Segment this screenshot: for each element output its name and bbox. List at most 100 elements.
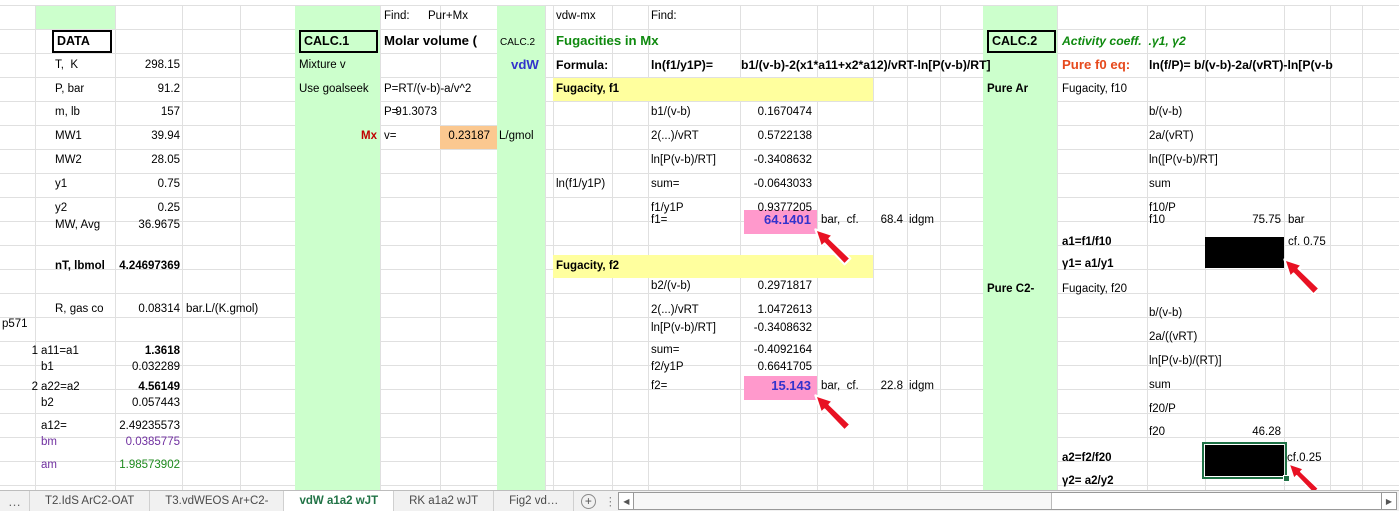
scroll-left-button[interactable]: ◀ — [618, 492, 635, 510]
cell-fugacity-f2-band[interactable]: Fugacity, f2 — [556, 259, 619, 274]
cell-formula-lhs[interactable]: ln(f1/y1P)= — [651, 58, 713, 73]
scroll-right-button[interactable]: ▶ — [1381, 492, 1397, 510]
cell-f2-sum-label[interactable]: sum= — [651, 343, 679, 358]
cell-value-a22[interactable]: 4.56149 — [104, 380, 180, 395]
cell-value-b2[interactable]: 0.057443 — [104, 396, 180, 411]
tab-vdw-a1a2-wjt[interactable]: vdW a1a2 wJT — [284, 491, 395, 511]
cell-f2-r5-label[interactable]: f2/y1P — [651, 360, 684, 375]
cell-f2-r1-label[interactable]: b2/(v-b) — [651, 279, 691, 294]
cell-value-y1[interactable]: 0.75 — [104, 177, 180, 192]
cell-label-a22[interactable]: a22=a2 — [41, 380, 80, 395]
cell-f1-sum-value[interactable]: -0.0643033 — [742, 177, 812, 192]
tab-rk-a1a2-wjt[interactable]: RK a1a2 wJT — [394, 491, 495, 511]
cell-f10-l2[interactable]: 2a/(vRT) — [1149, 129, 1194, 144]
cell-f1-r3-value[interactable]: -0.3408632 — [742, 153, 812, 168]
cell-f2-r3-value[interactable]: -0.3408632 — [742, 321, 812, 336]
cell-f10-result-unit[interactable]: bar — [1288, 213, 1305, 228]
cell-f10-l1[interactable]: b/(v-b) — [1149, 105, 1182, 120]
cell-find-label[interactable]: Find: — [384, 9, 410, 24]
tab-t2-ids-arc2-oat[interactable]: T2.IdS ArC2-OAT — [30, 491, 151, 511]
cell-value-mwavg[interactable]: 36.9675 — [104, 218, 180, 233]
cell-f2-sum-value[interactable]: -0.4092164 — [742, 343, 812, 358]
tab-t3-vdweos-ar-c2[interactable]: T3.vdWEOS Ar+C2- — [150, 491, 285, 511]
data-header[interactable]: DATA — [52, 30, 112, 53]
activity-title[interactable]: Activity coeff. .γ1, γ2 — [1062, 34, 1186, 49]
cell-label-y2[interactable]: y2 — [55, 201, 67, 216]
cell-f1-sum-label[interactable]: sum= — [651, 177, 679, 192]
cell-value-am[interactable]: 1.98573902 — [104, 458, 180, 473]
cell-f1-r3-label[interactable]: ln[P(v-b)/RT] — [651, 153, 716, 168]
cell-label-mw1[interactable]: MW1 — [55, 129, 82, 144]
cell-f1-idgm-label[interactable]: idgm — [909, 213, 934, 228]
scrollbar-track[interactable] — [634, 492, 1381, 510]
cell-mx-label[interactable]: Mx — [350, 129, 377, 144]
cell-f20-l4[interactable]: sum — [1149, 378, 1171, 393]
cell-label-y1[interactable]: y1 — [55, 177, 67, 192]
cell-pure-f0-eq-label[interactable]: Pure f0 eq: — [1062, 56, 1130, 73]
cell-f1-sum-side[interactable]: ln(f1/y1P) — [556, 177, 605, 192]
cell-fug-find[interactable]: Find: — [651, 9, 677, 24]
cell-value-pbar[interactable]: 91.2 — [104, 82, 180, 97]
cell-f2-idgm-label[interactable]: idgm — [909, 379, 934, 394]
cell-gamma2[interactable]: γ2= a2/y2 — [1062, 474, 1113, 489]
cell-f20-l5[interactable]: f20/P — [1149, 402, 1176, 417]
cell-label-mlb[interactable]: m, lb — [55, 105, 80, 120]
cell-f20-l2[interactable]: 2a/((vRT) — [1149, 330, 1197, 345]
add-sheet-button[interactable]: + — [574, 491, 602, 511]
cell-label-mw2[interactable]: MW2 — [55, 153, 82, 168]
cell-f2-r3-label[interactable]: ln[P(v-b)/RT] — [651, 321, 716, 336]
cell-f2-idgm-value[interactable]: 22.8 — [855, 379, 903, 394]
black-cell-a2-selected[interactable] — [1205, 445, 1284, 476]
cell-find-value[interactable]: Pur+Mx — [428, 9, 468, 24]
cell-label-bm[interactable]: bm — [41, 435, 57, 450]
cell-value-y2[interactable]: 0.25 — [104, 201, 180, 216]
cell-f1-idgm-value[interactable]: 68.4 — [855, 213, 903, 228]
cell-a1-cf[interactable]: cf. 0.75 — [1288, 235, 1326, 250]
cell-fugacity-f10-header[interactable]: Fugacity, f10 — [1062, 82, 1127, 97]
cell-f1-r2-value[interactable]: 0.5722138 — [742, 129, 812, 144]
cell-fugacity-f1-band[interactable]: Fugacity, f1 — [556, 82, 619, 97]
cell-f1-result-label[interactable]: f1= — [651, 213, 667, 228]
cell-f10-l4[interactable]: sum — [1149, 177, 1171, 192]
calc1-header[interactable]: CALC.1 — [299, 30, 378, 53]
cell-value-a11[interactable]: 1.3618 — [104, 344, 180, 359]
cell-label-tk[interactable]: T, K — [55, 58, 78, 73]
cell-f10-result-label[interactable]: f10 — [1149, 213, 1165, 228]
cell-f2-result-label[interactable]: f2= — [651, 379, 667, 394]
cell-vdw-mx-ref[interactable]: vdw-mx — [556, 9, 596, 24]
calc2-header[interactable]: CALC.2 — [987, 30, 1056, 53]
cell-f2-result-value[interactable]: 15.143 — [745, 378, 811, 393]
scrollbar-thumb[interactable] — [634, 493, 1053, 509]
cell-num-a11[interactable]: 1 — [26, 344, 38, 359]
cell-label-a12[interactable]: a12= — [41, 419, 67, 434]
cell-value-tk[interactable]: 298.15 — [104, 58, 180, 73]
cell-value-mw2[interactable]: 28.05 — [104, 153, 180, 168]
cell-f2-r1-value[interactable]: 0.2971817 — [742, 279, 812, 294]
cell-value-a12[interactable]: 2.49235573 — [104, 419, 180, 434]
tab-overflow-button[interactable]: … — [0, 491, 30, 511]
tab-fig2-vd[interactable]: Fig2 vd… — [494, 491, 575, 511]
cell-f20-result-label[interactable]: f20 — [1149, 425, 1165, 440]
cell-p-value[interactable]: 91.3073 — [377, 105, 437, 120]
cell-label-nt[interactable]: nT, lbmol — [55, 259, 105, 274]
cell-use-goalseek[interactable]: Use goalseek — [299, 82, 369, 97]
cell-f20-result-value[interactable]: 46.28 — [1216, 425, 1281, 440]
cell-value-bm[interactable]: 0.0385775 — [104, 435, 180, 450]
cell-v-value[interactable]: 0.23187 — [424, 129, 490, 144]
cell-value-mlb[interactable]: 157 — [104, 105, 180, 120]
tabbar-splitter[interactable]: ⋮ — [602, 491, 618, 511]
cell-gamma1[interactable]: γ1= a1/y1 — [1062, 257, 1113, 272]
cell-f2-r2-value[interactable]: 1.0472613 — [742, 303, 812, 318]
molar-volume-title[interactable]: Molar volume ( — [384, 32, 477, 49]
cell-pure-c2[interactable]: Pure C2- — [987, 282, 1034, 297]
cell-formula-rhs[interactable]: b1/(v-b)-2(x1*a11+x2*a12)/vRT-ln[P(v-b)/… — [741, 58, 991, 73]
fugacities-title[interactable]: Fugacities in Mx — [556, 32, 659, 49]
cell-vdw-equation[interactable]: P=RT/(v-b)-a/v^2 — [384, 82, 471, 97]
cell-page-ref[interactable]: p571 — [2, 317, 28, 332]
cell-a2-formula[interactable]: a2=f2/f20 — [1062, 451, 1112, 466]
cell-f1-result-value[interactable]: 64.1401 — [745, 212, 811, 227]
cell-value-b1[interactable]: 0.032289 — [104, 360, 180, 375]
cell-f2-r2-label[interactable]: 2(...)/vRT — [651, 303, 699, 318]
black-cell-a1[interactable] — [1205, 237, 1284, 268]
cell-mixture-v[interactable]: Mixture v — [299, 58, 346, 73]
